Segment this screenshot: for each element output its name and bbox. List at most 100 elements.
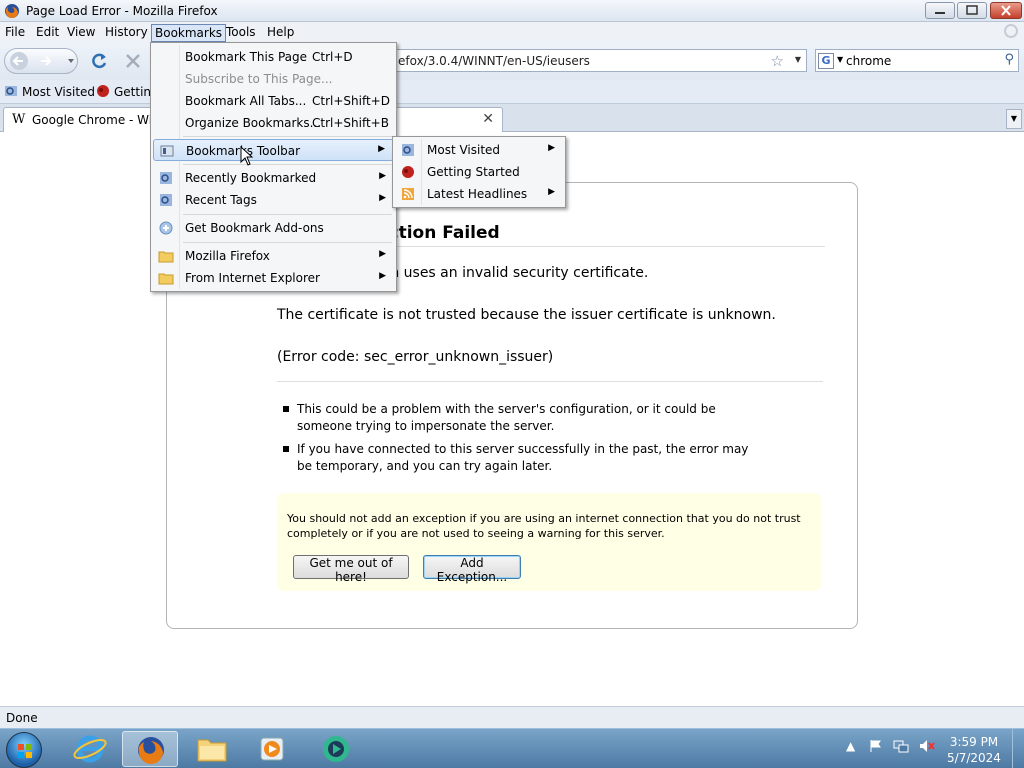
folder-search-icon	[5, 86, 17, 96]
start-button[interactable]	[6, 732, 42, 768]
bookmark-getting-started[interactable]: Gettin	[96, 84, 151, 99]
error-code: (Error code: sec_error_unknown_issuer)	[277, 349, 554, 365]
menu-bookmarks[interactable]: Bookmarks	[151, 24, 227, 42]
clock[interactable]: 3:59 PM 5/7/2024	[942, 734, 1006, 766]
bookmark-most-visited[interactable]: Most Visited	[4, 84, 95, 99]
menu-item-label: Subscribe to This Page...	[185, 72, 333, 86]
url-dropdown-icon[interactable]: ▼	[795, 55, 801, 64]
menu-item-bookmarks-toolbar[interactable]: Bookmarks Toolbar ▶	[153, 139, 394, 161]
menu-item-label: Recent Tags	[185, 193, 257, 207]
taskbar-explorer[interactable]	[184, 731, 240, 767]
taskbar-app[interactable]	[308, 731, 364, 767]
menu-item-label: Get Bookmark Add-ons	[185, 221, 324, 235]
firefox-logo-icon	[402, 166, 414, 178]
smart-folder-icon	[402, 144, 414, 156]
search-icon[interactable]: ⚲	[1004, 52, 1014, 67]
firefox-logo-icon	[97, 85, 109, 97]
url-text: efox/3.0.4/WINNT/en-US/ieusers	[398, 54, 590, 68]
bookmark-star-icon[interactable]: ☆	[771, 52, 784, 70]
bullet-item: This could be a problem with the server'…	[283, 401, 763, 435]
bookmarks-toolbar-submenu: Most Visited ▶ Getting Started Latest He…	[392, 136, 566, 208]
bookmark-label: Gettin	[114, 85, 152, 99]
action-center-flag-icon[interactable]	[869, 739, 883, 753]
search-input[interactable]	[846, 52, 996, 69]
menu-history[interactable]: History	[102, 24, 151, 40]
title-bar: Page Load Error - Mozilla Firefox	[0, 0, 1024, 22]
submenu-arrow-icon: ▶	[548, 187, 555, 197]
submenu-arrow-icon: ▶	[379, 249, 386, 259]
menu-item-from-internet-explorer[interactable]: From Internet Explorer ▶	[153, 267, 394, 289]
show-desktop-button[interactable]	[1012, 729, 1024, 768]
get-me-out-button[interactable]: Get me out of here!	[293, 555, 409, 584]
submenu-arrow-icon: ▶	[379, 171, 386, 181]
menu-item-shortcut: Ctrl+Shift+D	[312, 94, 390, 108]
firefox-icon	[5, 4, 19, 18]
tab-close-icon[interactable]: ✕	[482, 111, 494, 127]
volume-muted-icon[interactable]	[919, 739, 935, 753]
folder-icon	[158, 251, 174, 263]
menu-item-shortcut: Ctrl+Shift+B	[312, 116, 389, 130]
back-forward-button[interactable]	[4, 48, 78, 74]
smart-folder-icon	[160, 172, 172, 184]
bullet-item: If you have connected to this server suc…	[283, 441, 763, 475]
add-exception-button[interactable]: Add Exception...	[423, 555, 521, 584]
menu-item-bookmark-all-tabs[interactable]: Bookmark All Tabs... Ctrl+Shift+D	[153, 90, 394, 112]
network-icon[interactable]	[893, 739, 909, 753]
system-tray: ▲	[846, 739, 935, 753]
menu-item-label: Bookmark All Tabs...	[185, 94, 307, 108]
menu-item-label: Latest Headlines	[427, 187, 528, 201]
submenu-item-getting-started[interactable]: Getting Started	[395, 161, 563, 183]
window-title: Page Load Error - Mozilla Firefox	[26, 4, 218, 18]
menu-item-label: From Internet Explorer	[185, 271, 320, 285]
maximize-button[interactable]	[957, 2, 987, 19]
search-engine-icon[interactable]: G	[818, 53, 834, 69]
bookmarks-menu: Bookmark This Page Ctrl+D Subscribe to T…	[150, 42, 397, 292]
menu-item-label: Mozilla Firefox	[185, 249, 270, 263]
menu-tools[interactable]: Tools	[223, 24, 259, 40]
taskbar-internet-explorer[interactable]	[62, 731, 118, 767]
menu-help[interactable]: Help	[264, 24, 297, 40]
url-bar[interactable]: efox/3.0.4/WINNT/en-US/ieusers ☆ ▼	[395, 49, 807, 72]
toolbar-folder-icon	[160, 145, 174, 157]
minimize-button[interactable]	[925, 2, 955, 19]
menu-item-shortcut: Ctrl+D	[312, 50, 353, 64]
menu-item-label: Most Visited	[427, 143, 501, 157]
show-hidden-icons-icon[interactable]: ▲	[846, 739, 855, 753]
menu-item-organize-bookmarks[interactable]: Organize Bookmarks... Ctrl+Shift+B	[153, 112, 394, 134]
stop-icon[interactable]	[124, 52, 142, 70]
taskbar: ▲ 3:59 PM 5/7/2024	[0, 728, 1024, 768]
menu-edit[interactable]: Edit	[33, 24, 62, 40]
taskbar-firefox[interactable]	[122, 731, 178, 767]
chat-app-icon	[323, 736, 349, 762]
menu-separator	[183, 214, 392, 215]
tab-list-button[interactable]: ▼	[1006, 109, 1022, 129]
divider	[277, 381, 823, 382]
menu-file[interactable]: File	[2, 24, 28, 40]
reload-icon[interactable]	[89, 51, 109, 71]
folder-icon	[158, 273, 174, 285]
media-player-icon	[260, 737, 284, 761]
warning-text: You should not add an exception if you a…	[287, 512, 801, 540]
clock-time: 3:59 PM	[949, 735, 999, 749]
menu-item-get-addons[interactable]: Get Bookmark Add-ons	[153, 217, 394, 239]
submenu-item-most-visited[interactable]: Most Visited ▶	[395, 139, 563, 161]
search-engine-dropdown-icon[interactable]: ▼	[837, 55, 843, 64]
menu-item-recently-bookmarked[interactable]: Recently Bookmarked ▶	[153, 167, 394, 189]
mouse-cursor-icon	[240, 146, 254, 166]
menu-item-recent-tags[interactable]: Recent Tags ▶	[153, 189, 394, 211]
menu-view[interactable]: View	[64, 24, 98, 40]
submenu-arrow-icon: ▶	[379, 193, 386, 203]
clock-date: 5/7/2024	[947, 751, 1001, 765]
wikipedia-icon: W	[12, 112, 26, 127]
menu-separator	[183, 136, 392, 137]
menu-item-label: Recently Bookmarked	[185, 171, 317, 185]
search-bar[interactable]: G ▼ ⚲	[815, 49, 1019, 72]
submenu-item-latest-headlines[interactable]: Latest Headlines ▶	[395, 183, 563, 205]
menu-item-label: Bookmark This Page	[185, 50, 307, 64]
rss-icon	[402, 188, 414, 200]
close-button[interactable]	[990, 2, 1022, 19]
taskbar-media-player[interactable]	[244, 731, 300, 767]
menu-bar: File Edit View History Bookmarks Tools H…	[0, 22, 1024, 42]
menu-item-mozilla-firefox[interactable]: Mozilla Firefox ▶	[153, 245, 394, 267]
menu-item-bookmark-this-page[interactable]: Bookmark This Page Ctrl+D	[153, 46, 394, 68]
